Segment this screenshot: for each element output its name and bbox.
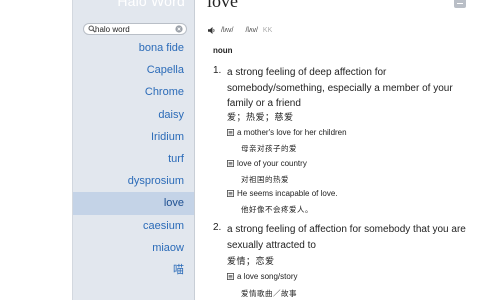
word-item-miaow[interactable]: miaow (73, 237, 194, 259)
example: a mother's love for her children (227, 128, 347, 137)
definition-pane: love /lʌv/ /lʌv/ KK noun 1. a strong fee… (194, 0, 480, 300)
example: He seems incapable of love. (227, 189, 338, 198)
sidebar: Halo Word bona fide Capella Chrome daisy… (72, 0, 195, 300)
word-item-dysprosium[interactable]: dysprosium (73, 170, 194, 192)
word-item-chrome[interactable]: Chrome (73, 81, 194, 103)
sense-definition: a strong feeling of affection for somebo… (227, 224, 466, 251)
search-box[interactable] (83, 23, 187, 35)
clear-search-icon[interactable] (175, 25, 183, 33)
history-word-list: bona fide Capella Chrome daisy Iridium t… (73, 37, 194, 281)
headword: love (207, 0, 238, 11)
sense-translation: 爱情；恋爱 (227, 256, 275, 266)
example-icon (227, 129, 234, 136)
left-blank-area (0, 0, 72, 300)
pronunciation-uk: /lʌv/ (221, 27, 234, 34)
example-icon (227, 160, 234, 167)
example: a love song/story (227, 272, 297, 281)
example-text: a love song/story (237, 272, 298, 281)
app-title: Halo Word (117, 0, 185, 9)
pronunciation-us: /lʌv/ (245, 27, 258, 34)
search-input[interactable] (95, 23, 173, 35)
speaker-icon[interactable] (208, 27, 216, 34)
example-text: He seems incapable of love. (237, 189, 338, 198)
word-item-love[interactable]: love (73, 192, 194, 215)
sense-definition: a strong feeling of deep affection for s… (227, 67, 453, 109)
example-text: love of your country (237, 159, 307, 168)
word-item-bona-fide[interactable]: bona fide (73, 37, 194, 59)
word-item-caesium[interactable]: caesium (73, 215, 194, 237)
pronunciation-row: /lʌv/ /lʌv/ KK (208, 27, 272, 34)
word-item-daisy[interactable]: daisy (73, 104, 194, 126)
sense-number: 1. (213, 65, 222, 76)
word-item-turf[interactable]: turf (73, 148, 194, 170)
example-translation: 对祖国的热爱 (241, 175, 289, 184)
example-translation: 他好像不会疼爱人。 (241, 205, 313, 214)
sense-translation: 爱；热爱；慈爱 (227, 112, 294, 122)
example-text: a mother's love for her children (237, 128, 347, 137)
sense-number: 2. (213, 222, 222, 233)
example-icon (227, 190, 234, 197)
word-item-miao-cn[interactable]: 喵 (73, 259, 194, 281)
example-translation: 母亲对孩子的爱 (241, 144, 297, 153)
word-item-iridium[interactable]: Iridium (73, 126, 194, 148)
collapse-button[interactable] (454, 0, 466, 8)
word-item-capella[interactable]: Capella (73, 59, 194, 81)
part-of-speech: noun (213, 46, 233, 55)
pronunciation-kk-tag: KK (262, 27, 273, 34)
example-icon (227, 273, 234, 280)
example-translation: 爱情歌曲／故事 (241, 289, 297, 298)
example: love of your country (227, 159, 307, 168)
